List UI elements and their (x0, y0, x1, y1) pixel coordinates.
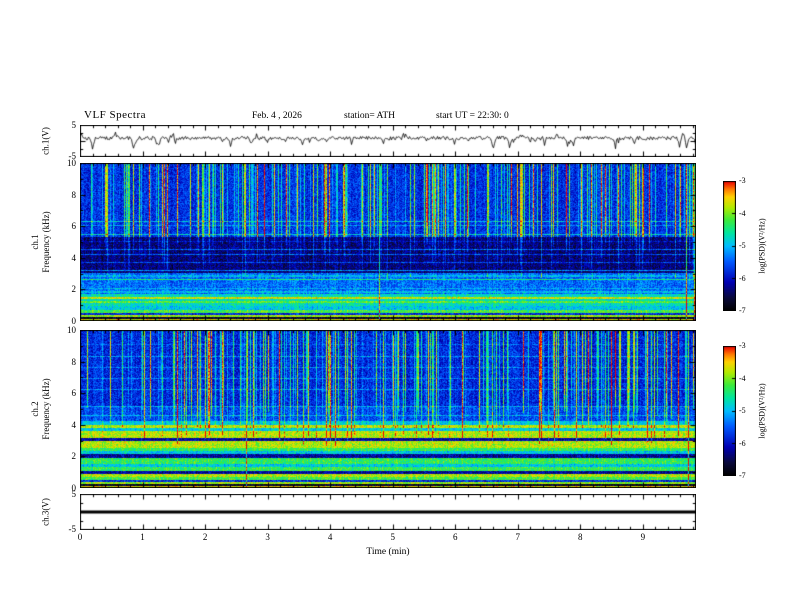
x-axis-label: Time (min) (366, 547, 410, 557)
x-tick-label: 9 (640, 532, 646, 542)
y-tick-label: 8 (71, 189, 77, 200)
colorbar-tick-label: -7 (739, 471, 746, 480)
y-tick-label: 4 (71, 252, 77, 263)
colorbar-tick-label: -6 (739, 438, 746, 448)
x-tick-label: 5 (390, 532, 395, 542)
ch1-waveform-canvas (80, 125, 696, 157)
y-tick-label: 10 (67, 325, 76, 335)
ch2-spectrogram-canvas (80, 330, 696, 488)
ch2-channel-text: ch.2 (30, 401, 40, 417)
colorbar-tick-label: -3 (739, 341, 746, 350)
ch1-spectrogram-canvas (80, 163, 696, 321)
y-tick-label: 10 (67, 158, 76, 168)
ch1-voltage-axis-text: ch.1(V) (40, 127, 51, 155)
x-tick-label: 7 (515, 532, 521, 542)
y-tick-label: 0 (71, 483, 77, 493)
y-tick-label: 6 (71, 388, 77, 399)
start-ut-label: start UT = 22:30: 0 (436, 111, 509, 121)
x-tick-label: 8 (578, 532, 583, 542)
ch2-colorbar (723, 346, 736, 476)
plot-date: Feb. 4 , 2026 (252, 111, 302, 121)
ch3-waveform-canvas (80, 494, 696, 530)
station-label: station= ATH (344, 111, 396, 121)
ch1-frequency-axis-label: ch.1 Frequency (kHz) (30, 211, 52, 272)
ch3-voltage-axis-label: ch.3(V) (41, 498, 52, 526)
colorbar-tick-label: -5 (739, 241, 746, 250)
x-tick-label: 3 (265, 532, 270, 542)
x-tick-label: 6 (452, 532, 458, 542)
y-tick-label: 4 (71, 419, 77, 430)
x-tick-label: 4 (327, 532, 333, 542)
y-tick-label: 2 (71, 451, 77, 462)
y-tick-label: 2 (71, 284, 77, 295)
vlf-spectra-figure: VLF Spectra Feb. 4 , 2026 station= ATH s… (0, 0, 792, 612)
colorbar-tick-label: -7 (739, 306, 746, 315)
colorbar-tick-label: -3 (739, 176, 746, 185)
ch1-voltage-axis-label: ch.1(V) (41, 127, 52, 155)
ch1-colorbar (723, 181, 736, 311)
colorbar-tick-label: -4 (739, 208, 746, 218)
y-tick-label: 6 (71, 221, 77, 232)
y-tick-label: 5 (71, 120, 77, 130)
x-tick-label: 1 (140, 532, 145, 542)
ch1-frequency-unit-text: Frequency (kHz) (41, 211, 51, 273)
x-tick-label: 2 (202, 532, 208, 542)
plot-title: VLF Spectra (84, 109, 147, 121)
ch3-voltage-axis-text: ch.3(V) (40, 498, 51, 526)
y-tick-label: 8 (71, 356, 77, 367)
ch2-frequency-unit-text: Frequency (kHz) (41, 378, 51, 440)
ch2-frequency-axis-label: ch.2 Frequency (kHz) (30, 378, 52, 439)
colorbar-tick-label: -6 (739, 273, 746, 283)
ch1-channel-text: ch.1 (30, 234, 40, 250)
colorbar-tick-label: -5 (739, 406, 746, 415)
x-tick-label: 0 (77, 532, 83, 542)
colorbar-tick-label: -4 (739, 373, 746, 383)
